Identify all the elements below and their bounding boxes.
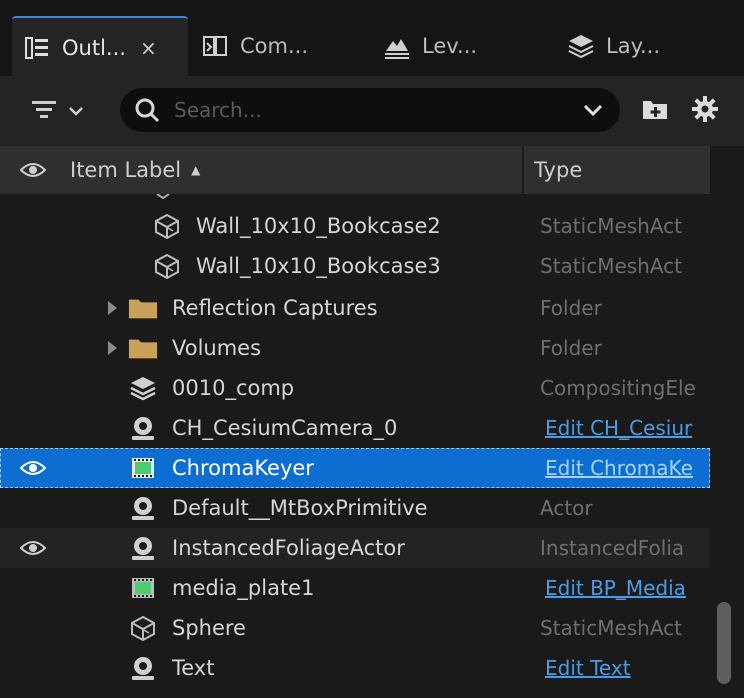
row-label: ChromaKeyer <box>172 456 314 480</box>
row-type: Folder <box>540 296 602 320</box>
media-plate-icon <box>128 453 158 483</box>
item-label-column-header[interactable]: Item Label ▲ <box>70 146 200 194</box>
column-header: Item Label ▲ Type <box>0 146 710 194</box>
static-mesh-icon <box>156 194 170 200</box>
search-input[interactable] <box>172 97 566 123</box>
tab-components[interactable]: Com... <box>200 18 360 74</box>
static-mesh-icon <box>152 211 182 241</box>
visibility-column-eye-icon[interactable] <box>19 158 47 186</box>
tab-close-icon[interactable]: × <box>140 36 157 60</box>
edit-blueprint-link[interactable]: Edit BP_Media <box>545 568 710 608</box>
visibility-eye-icon[interactable] <box>19 456 47 484</box>
search-icon <box>132 95 162 125</box>
outliner-icon <box>22 33 52 63</box>
row-type: StaticMeshAct <box>540 214 683 238</box>
add-folder-button[interactable] <box>640 96 670 126</box>
filter-icon <box>30 96 62 126</box>
tab-components-label: Com... <box>240 34 308 58</box>
chevron-down-icon <box>68 102 84 121</box>
row-type: StaticMeshAct <box>540 254 683 278</box>
folder-icon <box>128 293 158 323</box>
type-header-text: Type <box>534 158 583 182</box>
column-divider[interactable] <box>522 146 524 194</box>
static-mesh-icon <box>152 251 182 281</box>
row-label: Wall_10x10_Bookcase3 <box>196 254 441 278</box>
row-type: InstancedFolia <box>540 536 685 560</box>
actor-icon <box>128 533 158 563</box>
row-type: CompositingEle <box>540 376 696 400</box>
row-type: Actor <box>540 496 593 520</box>
row-type: StaticMeshAct <box>540 616 683 640</box>
tab-outliner[interactable]: Outl... × <box>12 16 188 78</box>
expand-arrow-icon[interactable] <box>106 300 118 316</box>
folder-icon <box>128 333 158 363</box>
edit-blueprint-link[interactable]: Edit ChromaKe <box>545 448 710 488</box>
tree-row[interactable]: Wall_10x10_Bookcase2 StaticMeshAct <box>0 206 710 246</box>
tree-row[interactable]: media_plate1 Edit BP_Media <box>0 568 710 608</box>
visibility-eye-icon[interactable] <box>19 536 47 564</box>
outliner-tree: Wall_10x10_Bookcase2 StaticMeshAct Wall_… <box>0 194 710 698</box>
edit-blueprint-link[interactable]: Edit Text <box>545 648 710 688</box>
edit-blueprint-link[interactable]: Edit CH_Cesiur <box>545 408 710 448</box>
layers-icon <box>566 31 596 61</box>
filter-button[interactable] <box>30 94 102 128</box>
tree-row[interactable]: Wall_10x10_Bookcase3 StaticMeshAct <box>0 246 710 286</box>
type-column-header[interactable]: Type <box>534 146 582 194</box>
row-label: Default__MtBoxPrimitive <box>172 496 428 520</box>
sort-ascending-icon: ▲ <box>191 163 201 177</box>
tab-levels[interactable]: Lev... <box>382 18 542 74</box>
tree-row[interactable]: Volumes Folder <box>0 328 710 368</box>
gear-icon <box>691 95 719 127</box>
row-label: CH_CesiumCamera_0 <box>172 416 398 440</box>
tree-row[interactable]: Reflection Captures Folder <box>0 288 710 328</box>
row-label: 0010_comp <box>172 376 295 400</box>
components-icon <box>200 31 230 61</box>
tree-row[interactable]: Text Edit Text <box>0 648 710 688</box>
row-label: InstancedFoliageActor <box>172 536 405 560</box>
add-folder-icon <box>641 96 669 126</box>
tree-row[interactable]: InstancedFoliageActor InstancedFolia <box>0 528 710 568</box>
tab-levels-label: Lev... <box>422 34 478 58</box>
static-mesh-icon <box>128 613 158 643</box>
row-label: Sphere <box>172 616 246 640</box>
item-label-header-text: Item Label <box>70 158 182 182</box>
tree-row[interactable]: 0010_comp CompositingEle <box>0 368 710 408</box>
layers-icon <box>128 373 158 403</box>
actor-icon <box>128 653 158 683</box>
outliner-toolbar <box>0 76 744 146</box>
tab-strip: Outl... × Com... Lev... Lay... <box>0 0 744 80</box>
tab-layers[interactable]: Lay... <box>566 18 726 74</box>
tree-row[interactable]: CH_CesiumCamera_0 Edit CH_Cesiur <box>0 408 710 448</box>
scrollbar-thumb[interactable] <box>717 602 731 684</box>
tree-row[interactable]: Sphere StaticMeshAct <box>0 608 710 648</box>
tab-layers-label: Lay... <box>606 34 661 58</box>
tab-outliner-label: Outl... <box>62 36 126 60</box>
expand-arrow-icon[interactable] <box>106 340 118 356</box>
row-label: Reflection Captures <box>172 296 378 320</box>
levels-icon <box>382 31 412 61</box>
actor-icon <box>128 493 158 523</box>
tree-row-selected[interactable]: ChromaKeyer Edit ChromaKe <box>0 448 710 488</box>
row-label: media_plate1 <box>172 576 315 600</box>
actor-icon <box>128 413 158 443</box>
row-type: Folder <box>540 336 602 360</box>
row-label: Wall_10x10_Bookcase2 <box>196 214 441 238</box>
search-box <box>120 88 620 132</box>
row-label: Text <box>172 656 215 680</box>
search-options-chevron-icon[interactable] <box>580 98 606 122</box>
settings-button[interactable] <box>690 96 720 126</box>
media-plate-icon <box>128 573 158 603</box>
tree-row[interactable]: Default__MtBoxPrimitive Actor <box>0 488 710 528</box>
row-label: Volumes <box>172 336 262 360</box>
